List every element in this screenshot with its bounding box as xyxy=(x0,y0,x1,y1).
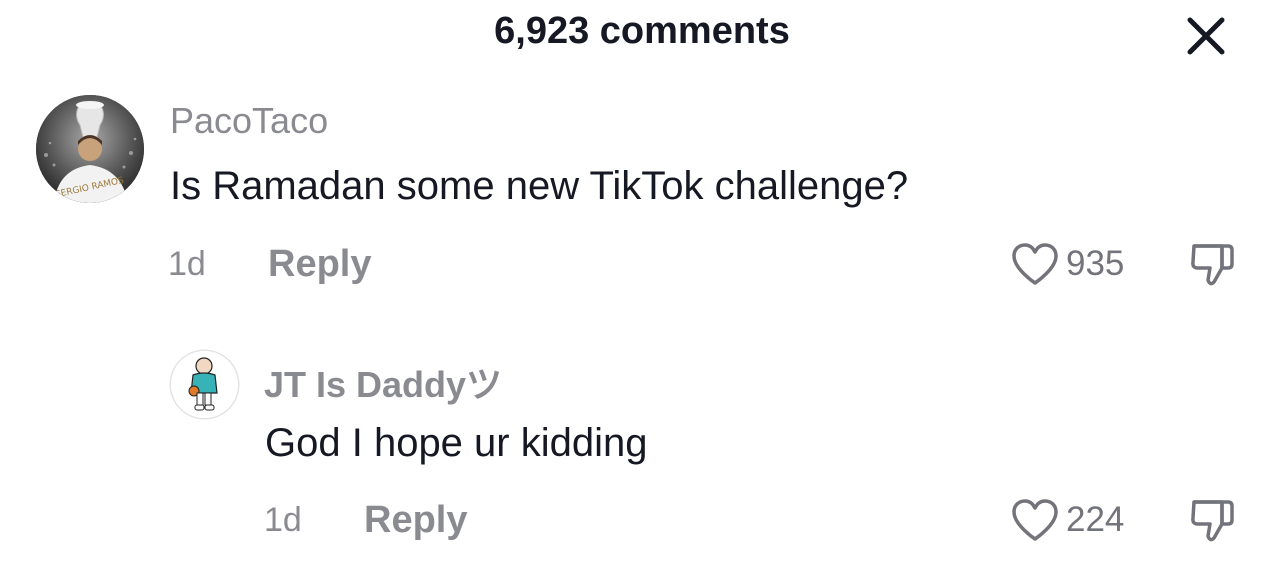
dislike-icon[interactable] xyxy=(1188,240,1236,288)
avatar-image: SERGIO RAMOS xyxy=(36,95,144,203)
close-button[interactable] xyxy=(1180,10,1232,62)
reply-button[interactable]: Reply xyxy=(268,243,371,286)
heart-icon xyxy=(1012,499,1058,541)
like-button[interactable]: 935 xyxy=(1010,241,1124,287)
like-count: 935 xyxy=(1066,244,1125,283)
comment-timestamp: 1d xyxy=(264,501,302,539)
comment-username[interactable]: JT Is Daddyツ xyxy=(264,356,502,408)
comments-count-title: 6,923 comments xyxy=(494,10,790,52)
reply-button[interactable]: Reply xyxy=(364,499,467,542)
like-count: 224 xyxy=(1066,500,1125,539)
like-button[interactable]: 224 xyxy=(1010,497,1124,543)
comment-timestamp: 1d xyxy=(168,245,206,283)
comment-text: God I hope ur kidding xyxy=(265,421,648,465)
avatar-image xyxy=(171,351,238,418)
dislike-icon[interactable] xyxy=(1188,496,1236,544)
close-icon xyxy=(1187,17,1225,55)
avatar[interactable] xyxy=(171,351,238,418)
heart-icon xyxy=(1012,243,1058,285)
comment-username[interactable]: PacoTaco xyxy=(170,100,328,142)
avatar[interactable]: SERGIO RAMOS xyxy=(36,95,144,203)
comment-text: Is Ramadan some new TikTok challenge? xyxy=(170,164,909,208)
